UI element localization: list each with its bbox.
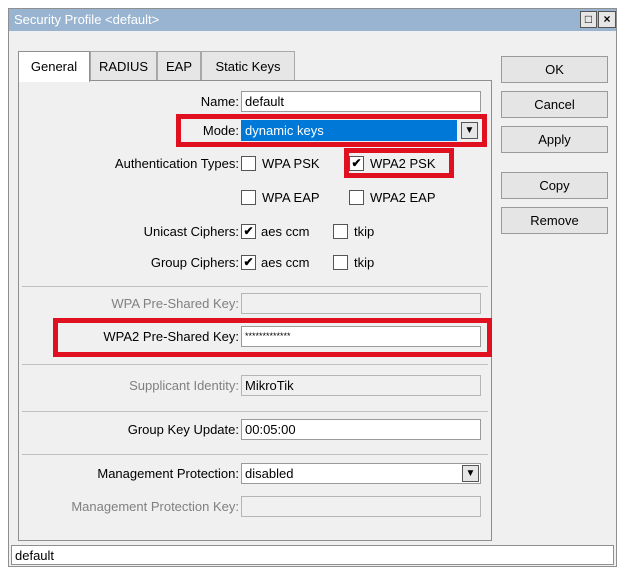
management-protection-select[interactable]: disabled bbox=[241, 463, 481, 484]
tab-static-keys[interactable]: Static Keys bbox=[201, 51, 295, 81]
checkmark-icon: ✔ bbox=[243, 255, 254, 269]
copy-button[interactable]: Copy bbox=[501, 172, 608, 199]
wpa-psk-checkbox[interactable] bbox=[241, 156, 256, 171]
window-title: Security Profile <default> bbox=[14, 12, 160, 27]
tab-eap[interactable]: EAP bbox=[157, 51, 201, 81]
unicast-aes-label: aes ccm bbox=[261, 224, 310, 239]
group-key-update-field[interactable]: 00:05:00 bbox=[241, 419, 481, 440]
checkmark-icon: ✔ bbox=[243, 224, 254, 238]
separator bbox=[22, 286, 488, 287]
auth-types-label: Authentication Types: bbox=[114, 156, 239, 171]
supplicant-identity-label: Supplicant Identity: bbox=[129, 378, 239, 393]
apply-button[interactable]: Apply bbox=[501, 126, 608, 153]
group-key-update-label: Group Key Update: bbox=[127, 422, 239, 437]
wpa2-psk-checkbox[interactable]: ✔ bbox=[349, 156, 364, 171]
wpa2-psk-label: WPA2 PSK bbox=[370, 156, 436, 171]
name-field[interactable]: default bbox=[241, 91, 481, 112]
wpa2-psk-key-field[interactable]: ************* bbox=[241, 326, 481, 347]
separator bbox=[22, 454, 488, 455]
maximize-icon[interactable]: □ bbox=[580, 11, 597, 28]
unicast-tkip-checkbox[interactable] bbox=[333, 224, 348, 239]
separator bbox=[22, 411, 488, 412]
wpa-psk-key-label: WPA Pre-Shared Key: bbox=[111, 296, 239, 311]
security-profile-window: Security Profile <default> □ × General R… bbox=[8, 8, 617, 567]
supplicant-identity-field: MikroTik bbox=[241, 375, 481, 396]
unicast-ciphers-label: Unicast Ciphers: bbox=[143, 224, 239, 239]
remove-button[interactable]: Remove bbox=[501, 207, 608, 234]
group-ciphers-label: Group Ciphers: bbox=[150, 255, 239, 270]
group-tkip-label: tkip bbox=[354, 255, 375, 270]
checkmark-icon: ✔ bbox=[351, 156, 362, 170]
mode-label: Mode: bbox=[202, 123, 239, 138]
wpa-psk-key-field bbox=[241, 293, 481, 314]
wpa-eap-label: WPA EAP bbox=[262, 190, 320, 205]
management-protection-key-field bbox=[241, 496, 481, 517]
management-protection-label: Management Protection: bbox=[97, 466, 239, 481]
mode-select[interactable]: dynamic keys bbox=[241, 120, 457, 141]
ok-button[interactable]: OK bbox=[501, 56, 608, 83]
unicast-aes-checkbox[interactable]: ✔ bbox=[241, 224, 256, 239]
wpa-eap-checkbox[interactable] bbox=[241, 190, 256, 205]
wpa2-eap-checkbox[interactable] bbox=[349, 190, 364, 205]
status-bar: default bbox=[11, 545, 614, 565]
wpa-psk-label: WPA PSK bbox=[262, 156, 320, 171]
close-icon[interactable]: × bbox=[598, 11, 616, 28]
unicast-tkip-label: tkip bbox=[354, 224, 375, 239]
tab-general[interactable]: General bbox=[18, 51, 90, 82]
title-bar[interactable]: Security Profile <default> □ × bbox=[9, 9, 616, 31]
general-panel: Name: default Mode: dynamic keys ▼ Authe… bbox=[18, 80, 492, 541]
group-aes-checkbox[interactable]: ✔ bbox=[241, 255, 256, 270]
tab-radius[interactable]: RADIUS bbox=[90, 51, 157, 81]
management-protection-key-label: Management Protection Key: bbox=[71, 499, 239, 514]
separator bbox=[22, 364, 488, 365]
dropdown-arrow-icon[interactable]: ▼ bbox=[461, 122, 478, 139]
dropdown-arrow-icon[interactable]: ▼ bbox=[462, 465, 479, 482]
wpa2-psk-key-label: WPA2 Pre-Shared Key: bbox=[103, 329, 239, 344]
wpa2-eap-label: WPA2 EAP bbox=[370, 190, 436, 205]
group-aes-label: aes ccm bbox=[261, 255, 310, 270]
group-tkip-checkbox[interactable] bbox=[333, 255, 348, 270]
cancel-button[interactable]: Cancel bbox=[501, 91, 608, 118]
name-label: Name: bbox=[200, 94, 239, 109]
